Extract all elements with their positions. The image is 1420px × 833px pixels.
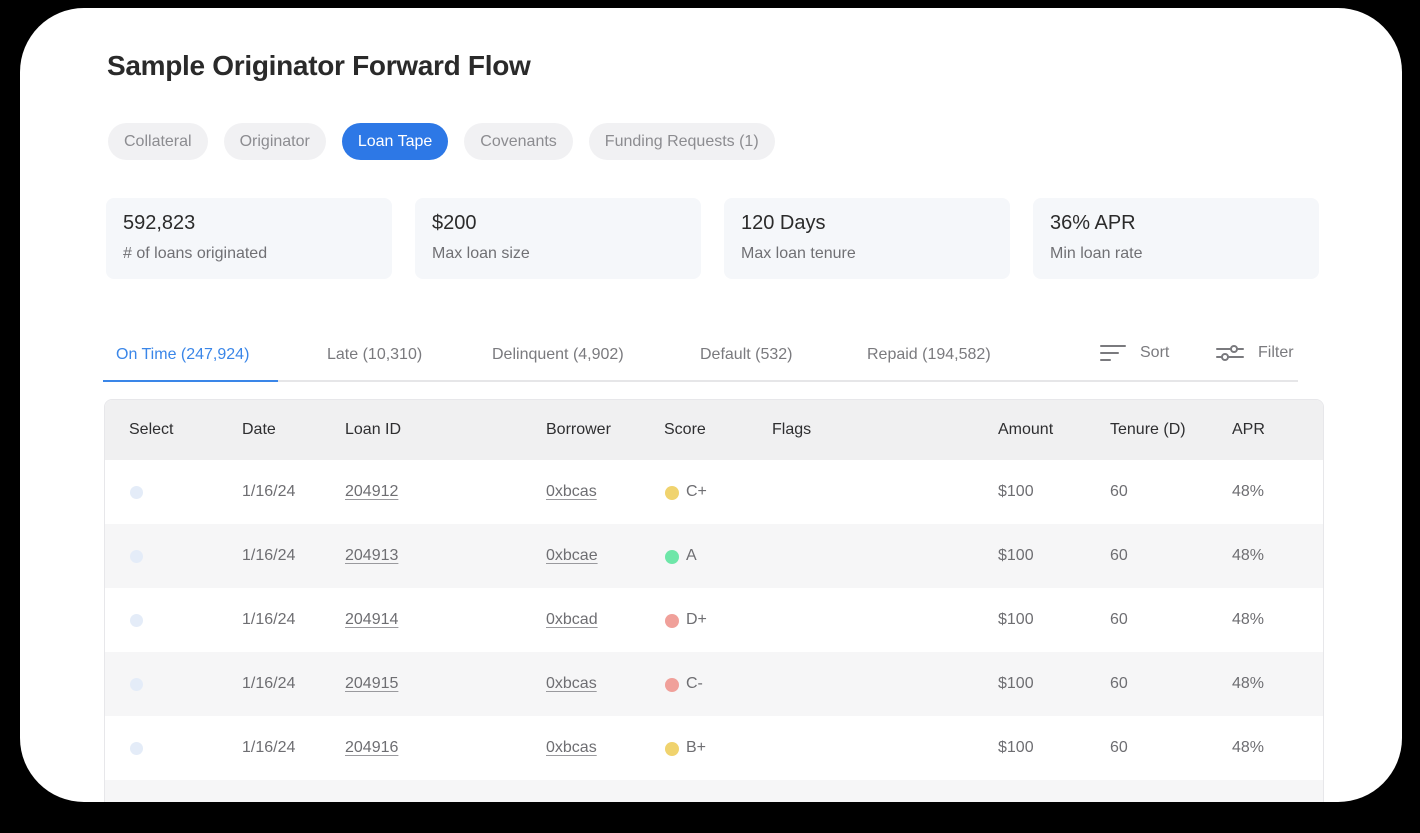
row-select-radio[interactable]: [130, 486, 143, 499]
score-dot: [665, 614, 679, 628]
borrower-link[interactable]: 0xbcas: [546, 675, 597, 693]
column-header-score[interactable]: Score: [664, 421, 706, 439]
tenure-cell: 60: [1110, 675, 1128, 692]
amount-cell: $100: [998, 739, 1034, 756]
section-tabs: Collateral Originator Loan Tape Covenant…: [108, 123, 775, 160]
loan-id-link[interactable]: 204912: [345, 483, 398, 501]
apr-cell: 48%: [1232, 611, 1265, 628]
active-tab-indicator: [103, 380, 278, 382]
table-row[interactable]: 1/16/24 204916 0xbcas B+ $100 60 48%: [105, 716, 1323, 780]
loan-id-link[interactable]: 204914: [345, 611, 398, 629]
borrower-link[interactable]: 0xbcas: [546, 483, 597, 501]
status-tab-repaid[interactable]: Repaid (194,582): [867, 346, 991, 364]
stat-card-min-loan-rate: 36% APR Min loan rate: [1033, 198, 1319, 279]
sort-lines-icon: [1100, 345, 1126, 361]
stat-value: 592,823: [123, 212, 196, 234]
stat-label: Max loan tenure: [741, 245, 856, 262]
status-tab-late[interactable]: Late (10,310): [327, 346, 422, 364]
score-cell: C-: [686, 675, 703, 692]
score-dot: [665, 550, 679, 564]
tenure-cell: 60: [1110, 483, 1128, 500]
loan-id-link[interactable]: 204915: [345, 675, 398, 693]
table-row[interactable]: [105, 780, 1323, 802]
sort-label: Sort: [1140, 344, 1170, 361]
tenure-cell: 60: [1110, 611, 1128, 628]
column-header-loan-id[interactable]: Loan ID: [345, 421, 401, 439]
row-select-radio[interactable]: [130, 742, 143, 755]
borrower-link[interactable]: 0xbcas: [546, 739, 597, 757]
stats-row: 592,823 # of loans originated $200 Max l…: [106, 198, 1319, 279]
borrower-link[interactable]: 0xbcad: [546, 611, 598, 629]
row-select-radio[interactable]: [130, 614, 143, 627]
score-cell: B+: [686, 739, 707, 756]
table-row[interactable]: 1/16/24 204913 0xbcae A $100 60 48%: [105, 524, 1323, 588]
date-cell: 1/16/24: [242, 547, 296, 564]
date-cell: 1/16/24: [242, 483, 296, 500]
apr-cell: 48%: [1232, 739, 1265, 756]
apr-cell: 48%: [1232, 547, 1265, 564]
loan-table: Select Date Loan ID Borrower Score Flags…: [104, 399, 1324, 802]
tab-collateral[interactable]: Collateral: [108, 123, 208, 160]
loan-id-link[interactable]: 204916: [345, 739, 398, 757]
score-dot: [665, 742, 679, 756]
row-select-radio[interactable]: [130, 550, 143, 563]
stat-card-max-loan-tenure: 120 Days Max loan tenure: [724, 198, 1010, 279]
borrower-link[interactable]: 0xbcae: [546, 547, 598, 565]
status-tab-delinquent[interactable]: Delinquent (4,902): [492, 346, 624, 364]
date-cell: 1/16/24: [242, 675, 296, 692]
column-header-select[interactable]: Select: [129, 421, 173, 439]
table-row[interactable]: 1/16/24 204915 0xbcas C- $100 60 48%: [105, 652, 1323, 716]
stat-label: Min loan rate: [1050, 245, 1143, 262]
stat-value: 120 Days: [741, 212, 826, 234]
stat-card-max-loan-size: $200 Max loan size: [415, 198, 701, 279]
tab-covenants[interactable]: Covenants: [464, 123, 573, 160]
date-cell: 1/16/24: [242, 611, 296, 628]
score-cell: D+: [686, 611, 707, 628]
date-cell: 1/16/24: [242, 739, 296, 756]
stat-value: 36% APR: [1050, 212, 1136, 234]
tab-originator[interactable]: Originator: [223, 123, 326, 160]
table-row[interactable]: 1/16/24 204912 0xbcas C+ $100 60 48%: [105, 460, 1323, 524]
tab-funding-requests[interactable]: Funding Requests (1): [588, 123, 775, 160]
stat-card-loans-originated: 592,823 # of loans originated: [106, 198, 392, 279]
column-header-borrower[interactable]: Borrower: [546, 421, 611, 439]
score-cell: C+: [686, 483, 707, 500]
loan-id-link[interactable]: 204913: [345, 547, 398, 565]
filter-label: Filter: [1258, 344, 1294, 361]
status-tab-on-time[interactable]: On Time (247,924): [116, 346, 249, 364]
column-header-tenure[interactable]: Tenure (D): [1110, 421, 1186, 439]
table-row[interactable]: 1/16/24 204914 0xbcad D+ $100 60 48%: [105, 588, 1323, 652]
page-title: Sample Originator Forward Flow: [107, 50, 531, 81]
apr-cell: 48%: [1232, 675, 1265, 692]
status-tab-default[interactable]: Default (532): [700, 346, 793, 364]
tenure-cell: 60: [1110, 739, 1128, 756]
score-dot: [665, 678, 679, 692]
column-header-apr[interactable]: APR: [1232, 421, 1265, 439]
score-cell: A: [686, 547, 697, 564]
stat-label: Max loan size: [432, 245, 530, 262]
filter-button[interactable]: Filter: [1216, 344, 1294, 362]
sort-button[interactable]: Sort: [1100, 344, 1169, 362]
tab-loan-tape[interactable]: Loan Tape: [341, 123, 449, 160]
column-header-flags[interactable]: Flags: [772, 421, 811, 439]
stat-label: # of loans originated: [123, 245, 268, 262]
column-header-amount[interactable]: Amount: [998, 421, 1053, 439]
amount-cell: $100: [998, 547, 1034, 564]
amount-cell: $100: [998, 675, 1034, 692]
score-dot: [665, 486, 679, 500]
amount-cell: $100: [998, 483, 1034, 500]
apr-cell: 48%: [1232, 483, 1265, 500]
table-header: Select Date Loan ID Borrower Score Flags…: [105, 400, 1323, 460]
status-tabs: On Time (247,924) Late (10,310) Delinque…: [103, 338, 1298, 382]
tenure-cell: 60: [1110, 547, 1128, 564]
app-window: Sample Originator Forward Flow Collatera…: [20, 8, 1402, 802]
column-header-date[interactable]: Date: [242, 421, 276, 439]
row-select-radio[interactable]: [130, 678, 143, 691]
amount-cell: $100: [998, 611, 1034, 628]
filter-sliders-icon: [1216, 345, 1244, 361]
stat-value: $200: [432, 212, 477, 234]
